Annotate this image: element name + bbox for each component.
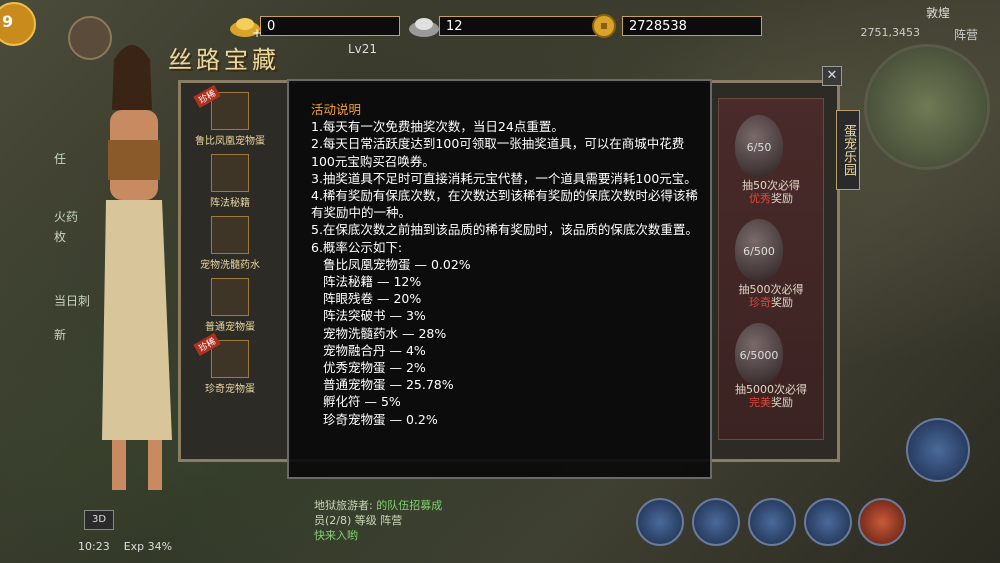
quest-text: 火药: [54, 210, 79, 224]
egg-icon: 6/5000: [735, 323, 783, 385]
probability-row: 优秀宠物蛋 — 2%: [323, 360, 426, 376]
silver-amount: 12: [439, 16, 607, 36]
attack-button[interactable]: [906, 418, 970, 482]
probability-row: 宠物洗髓药水 — 28%: [323, 325, 447, 341]
rule-text: 3.抽奖道具不足时可直接消耗元宝代替，一个道具需要消耗100元宝。: [311, 170, 697, 186]
egg-icon: 6/50: [735, 115, 783, 177]
panel-title: 丝路宝藏: [168, 46, 280, 74]
rule-text: 6.概率公示如下:: [311, 239, 403, 255]
reward-item[interactable]: 阵法秘籍: [195, 154, 265, 210]
camera-3d-button[interactable]: 3D: [84, 510, 114, 530]
minimap[interactable]: [864, 44, 990, 170]
gold-ingot-icon: +: [230, 18, 262, 39]
level-badge: 9: [2, 12, 14, 31]
probability-row: 鲁比凤凰宠物蛋 — 0.02%: [323, 256, 471, 272]
quest-text: 新: [54, 328, 67, 342]
guarantee-label: 抽5000次必得 完美奖励: [735, 383, 807, 409]
status-bar: 10:23 Exp 34%: [78, 540, 172, 553]
probability-row: 普通宠物蛋 — 25.78%: [323, 377, 454, 393]
reward-item[interactable]: 普通宠物蛋: [195, 278, 265, 334]
character-portrait: [102, 45, 172, 490]
reward-item[interactable]: 鲁比凤凰宠物蛋 珍稀: [193, 84, 265, 148]
pet-egg-icon: [211, 278, 249, 316]
skill-button[interactable]: [804, 498, 852, 546]
skill-button[interactable]: [858, 498, 906, 546]
description-popup: 活动说明 1.每天有一次免费抽奖次数，当日24点重置。 2.每天日常活跃度达到1…: [287, 79, 712, 479]
player-level: Lv21: [348, 42, 378, 56]
close-button[interactable]: ✕: [822, 66, 842, 86]
skill-button[interactable]: [692, 498, 740, 546]
probability-row: 阵眼残卷 — 20%: [323, 291, 422, 307]
clock: 10:23: [78, 540, 110, 553]
guarantee-label: 抽500次必得 珍奇奖励: [738, 283, 804, 309]
rule-text: 4.稀有奖励有保底次数，在次数达到该稀有奖励的保底次数时必得该稀有奖励中的一种。: [311, 188, 698, 221]
rule-text: 2.每天日常活跃度达到100可领取一张抽奖道具，可以在商城中花费100元宝购买召…: [311, 136, 685, 169]
exp-readout: Exp 34%: [123, 540, 173, 553]
probability-row: 珍奇宠物蛋 — 0.2%: [323, 411, 438, 427]
quest-text: 任: [54, 152, 67, 166]
probability-row: 阵法突破书 — 3%: [323, 308, 426, 324]
book-icon: [211, 154, 249, 192]
skill-button[interactable]: [636, 498, 684, 546]
gold-amount: 0: [260, 16, 400, 36]
skill-button[interactable]: [748, 498, 796, 546]
popup-heading: 活动说明: [311, 102, 362, 117]
camp-button[interactable]: 阵营: [954, 26, 978, 43]
tab-pet-park[interactable]: 蛋宠乐园: [836, 110, 860, 190]
quest-text: 当日刺: [54, 294, 91, 308]
rule-text: 1.每天有一次免费抽奖次数，当日24点重置。: [311, 119, 564, 135]
probability-row: 阵法秘籍 — 12%: [323, 274, 422, 290]
silver-ingot-icon: [409, 18, 439, 37]
coin-currency[interactable]: 2728538: [590, 14, 762, 38]
guarantee-column: 6/50 抽50次必得 优秀奖励 6/500 抽500次必得 珍奇奖励 6/50…: [718, 98, 824, 440]
reward-item[interactable]: 宠物洗髓药水: [195, 216, 265, 272]
potion-icon: [211, 216, 249, 254]
chat-box[interactable]: 地狱旅游者: 的队伍招募成 员(2/8) 等级 阵营 快来入哟: [314, 498, 614, 543]
quest-text: 枚: [54, 230, 67, 244]
gold-currency[interactable]: + 0: [228, 14, 400, 39]
rule-text: 5.在保底次数之前抽到该品质的稀有奖励时，该品质的保底次数重置。: [311, 222, 698, 238]
probability-row: 孵化符 — 5%: [323, 394, 401, 410]
probability-row: 宠物融合丹 — 4%: [323, 342, 426, 358]
gold-coin-icon: [592, 14, 616, 38]
map-name: 敦煌: [925, 6, 950, 20]
egg-icon: 6/500: [735, 219, 783, 281]
reward-item-list: 鲁比凤凰宠物蛋 珍稀 阵法秘籍 宠物洗髓药水 普通宠物蛋 珍奇宠物蛋 珍稀: [193, 84, 265, 402]
guarantee-label: 抽50次必得 优秀奖励: [742, 179, 800, 205]
svg-text:+: +: [252, 26, 262, 39]
reward-item[interactable]: 珍奇宠物蛋 珍稀: [193, 332, 265, 396]
silver-currency[interactable]: 12: [407, 14, 607, 38]
map-coord: 2751,3453: [860, 26, 921, 39]
coin-amount: 2728538: [622, 16, 762, 36]
